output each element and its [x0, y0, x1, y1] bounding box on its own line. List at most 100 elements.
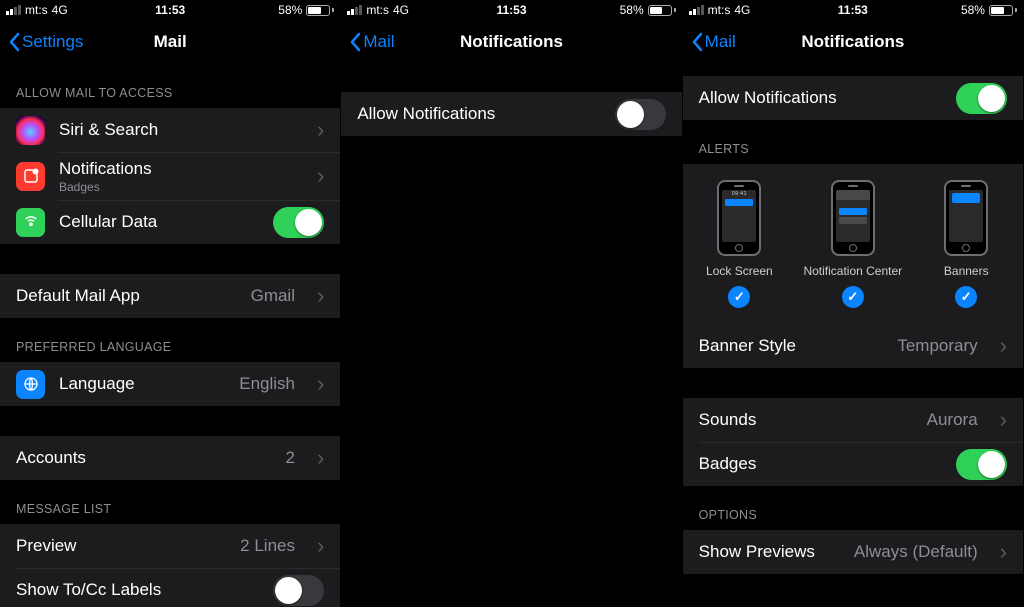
row-label: Sounds: [699, 410, 757, 430]
allow-notifications-toggle[interactable]: [956, 83, 1007, 114]
row-preview[interactable]: Preview 2 Lines ›: [0, 524, 340, 568]
globe-icon: [16, 370, 45, 399]
row-value: English: [239, 374, 295, 394]
back-button[interactable]: Mail: [349, 32, 394, 52]
row-label: Badges: [699, 454, 757, 474]
row-label: Allow Notifications: [357, 104, 495, 124]
group-header-access: ALLOW MAIL TO ACCESS: [0, 64, 340, 108]
center-preview-icon: [831, 180, 875, 256]
badges-toggle[interactable]: [956, 449, 1007, 480]
carrier-label: mt:s: [708, 3, 731, 17]
nav-bar: Mail Notifications: [341, 20, 681, 64]
group-header-alerts: ALERTS: [683, 120, 1023, 164]
alert-label: Notification Center: [803, 264, 902, 278]
battery-icon: [306, 5, 334, 16]
signal-icon: [347, 5, 362, 15]
back-button[interactable]: Mail: [691, 32, 736, 52]
group-header-lang: PREFERRED LANGUAGE: [0, 318, 340, 362]
row-label: Language: [59, 374, 135, 394]
row-label: Banner Style: [699, 336, 796, 356]
screen-notifications-off: mt:s 4G 11:53 58% Mail Notifications All…: [341, 0, 682, 607]
row-label: Accounts: [16, 448, 86, 468]
show-tocc-toggle[interactable]: [273, 575, 324, 606]
chevron-right-icon: ›: [317, 447, 324, 469]
banner-preview-icon: [944, 180, 988, 256]
chevron-right-icon: ›: [1000, 409, 1007, 431]
chevron-right-icon: ›: [317, 119, 324, 141]
row-siri[interactable]: Siri & Search ›: [0, 108, 340, 152]
battery-pct: 58%: [961, 3, 985, 17]
carrier-label: mt:s: [25, 3, 48, 17]
screen-mail-settings: mt:s 4G 11:53 58% Settings Mail ALLOW MA…: [0, 0, 341, 607]
row-show-previews[interactable]: Show Previews Always (Default) ›: [683, 530, 1023, 574]
row-value: Temporary: [897, 336, 977, 356]
back-label: Settings: [22, 32, 83, 52]
siri-icon: [16, 116, 45, 145]
chevron-right-icon: ›: [317, 165, 324, 187]
cellular-icon: [16, 208, 45, 237]
alert-label: Banners: [944, 264, 989, 278]
chevron-right-icon: ›: [317, 285, 324, 307]
alert-option-lockscreen[interactable]: 09:41 Lock Screen ✓: [683, 180, 795, 308]
signal-icon: [689, 5, 704, 15]
chevron-left-icon: [349, 32, 361, 52]
status-bar: mt:s 4G 11:53 58%: [0, 0, 340, 20]
signal-icon: [6, 5, 21, 15]
row-show-tocc[interactable]: Show To/Cc Labels: [0, 568, 340, 607]
row-allow-notifications[interactable]: Allow Notifications: [683, 76, 1023, 120]
row-default-mail[interactable]: Default Mail App Gmail ›: [0, 274, 340, 318]
checkmark-icon[interactable]: ✓: [728, 286, 750, 308]
checkmark-icon[interactable]: ✓: [842, 286, 864, 308]
status-bar: mt:s 4G 11:53 58%: [341, 0, 681, 20]
row-label: Show Previews: [699, 542, 815, 562]
nav-bar: Mail Notifications: [683, 20, 1023, 64]
row-label: Show To/Cc Labels: [16, 580, 161, 600]
screen-notifications-on: mt:s 4G 11:53 58% Mail Notifications All…: [683, 0, 1024, 607]
row-label: Cellular Data: [59, 212, 157, 232]
battery-pct: 58%: [278, 3, 302, 17]
chevron-right-icon: ›: [1000, 335, 1007, 357]
row-value: Gmail: [251, 286, 295, 306]
row-language[interactable]: Language English ›: [0, 362, 340, 406]
alert-option-banners[interactable]: Banners ✓: [910, 180, 1022, 308]
back-button[interactable]: Settings: [8, 32, 83, 52]
status-bar: mt:s 4G 11:53 58%: [683, 0, 1023, 20]
checkmark-icon[interactable]: ✓: [955, 286, 977, 308]
nav-bar: Settings Mail: [0, 20, 340, 64]
allow-notifications-toggle[interactable]: [615, 99, 666, 130]
alert-option-center[interactable]: Notification Center ✓: [797, 180, 909, 308]
row-label: Preview: [16, 536, 76, 556]
row-label: Default Mail App: [16, 286, 140, 306]
row-label: Notifications: [59, 159, 303, 179]
row-sounds[interactable]: Sounds Aurora ›: [683, 398, 1023, 442]
chevron-right-icon: ›: [1000, 541, 1007, 563]
row-badges[interactable]: Badges: [683, 442, 1023, 486]
back-label: Mail: [705, 32, 736, 52]
row-cellular[interactable]: Cellular Data: [0, 200, 340, 244]
row-value: 2: [286, 448, 295, 468]
row-sublabel: Badges: [59, 180, 303, 194]
row-label: Allow Notifications: [699, 88, 837, 108]
row-notifications[interactable]: Notifications Badges ›: [0, 152, 340, 200]
chevron-right-icon: ›: [317, 373, 324, 395]
carrier-label: mt:s: [366, 3, 389, 17]
row-value: 2 Lines: [240, 536, 295, 556]
row-label: Siri & Search: [59, 120, 158, 140]
network-label: 4G: [734, 3, 750, 17]
row-banner-style[interactable]: Banner Style Temporary ›: [683, 324, 1023, 368]
row-allow-notifications[interactable]: Allow Notifications: [341, 92, 681, 136]
battery-pct: 58%: [620, 3, 644, 17]
chevron-left-icon: [691, 32, 703, 52]
cellular-toggle[interactable]: [273, 207, 324, 238]
row-accounts[interactable]: Accounts 2 ›: [0, 436, 340, 480]
row-value: Aurora: [927, 410, 978, 430]
alerts-panel: 09:41 Lock Screen ✓ Notification Center …: [683, 164, 1023, 324]
battery-icon: [648, 5, 676, 16]
network-label: 4G: [393, 3, 409, 17]
battery-icon: [989, 5, 1017, 16]
chevron-right-icon: ›: [317, 535, 324, 557]
group-header-options: OPTIONS: [683, 486, 1023, 530]
lockscreen-preview-icon: 09:41: [717, 180, 761, 256]
network-label: 4G: [52, 3, 68, 17]
notifications-icon: [16, 162, 45, 191]
